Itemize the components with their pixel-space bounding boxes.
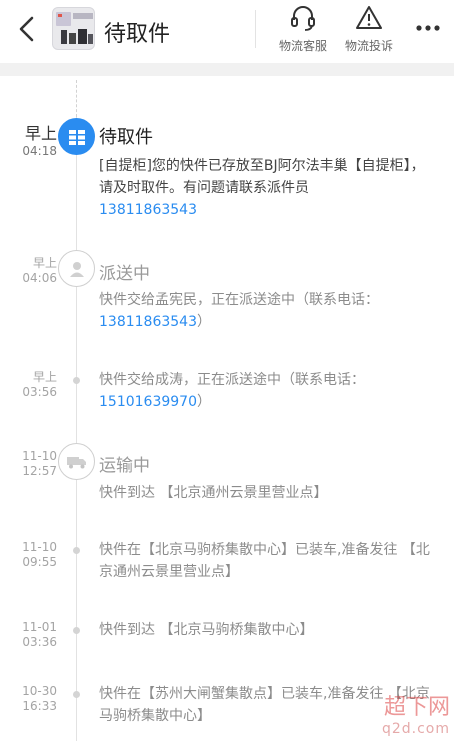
event-text: [自提柜]您的快件已存放至BJ阿尔法丰巢【自提柜】，请及时取件。有问题请联系派件…: [99, 158, 425, 196]
page-title: 待取件: [104, 22, 171, 47]
event-date: 11-01: [22, 620, 57, 634]
headset-icon: [291, 6, 315, 31]
logistics-complaint-button[interactable]: 物流投诉: [338, 4, 400, 56]
event-time: 早上 04:06: [0, 256, 57, 286]
watermark-main: 超下网: [383, 695, 450, 720]
warning-icon: [356, 6, 382, 29]
product-thumbnail[interactable]: [52, 7, 95, 50]
logistics-service-label: 物流客服: [278, 39, 327, 53]
courier-icon: [69, 261, 84, 277]
event-clock: 16:33: [22, 699, 57, 713]
header-divider: [255, 10, 256, 48]
event-text-suffix: ）: [196, 394, 211, 410]
timeline-dot: [73, 547, 80, 554]
timeline-dot: [73, 691, 80, 698]
event-time: 早上 03:56: [0, 370, 57, 400]
event-date: 11-10: [22, 540, 57, 554]
event-description: [自提柜]您的快件已存放至BJ阿尔法丰巢【自提柜】，请及时取件。有问题请联系派件…: [99, 155, 435, 221]
timeline-dot: [73, 627, 80, 634]
event-text: 快件交给成涛，正在派送途中（联系电话：: [99, 372, 365, 388]
event-description: 快件交给孟宪民，正在派送途中（联系电话： 13811863543）: [99, 289, 435, 333]
event-date: 早上: [32, 256, 57, 270]
back-button[interactable]: [14, 14, 40, 44]
chevron-left-icon: [19, 16, 34, 42]
event-time: 11-10 12:57: [0, 449, 57, 479]
phone-link[interactable]: 13811863543: [99, 314, 197, 330]
watermark-sub: q2d.com: [381, 721, 450, 737]
event-time: 早上 04:18: [0, 124, 57, 159]
timeline-dot: [73, 377, 80, 384]
event-date: 10-30: [22, 684, 57, 698]
event-text: 快件交给孟宪民，正在派送途中（联系电话：: [99, 292, 379, 308]
event-description: 快件在【北京马驹桥集散中心】已装车,准备发往 【北京通州云景里营业点】: [99, 542, 430, 580]
page: 待取件 物流客服 物流投诉 早上 04:18 待取件 [自提柜]您的快件已存放至…: [0, 0, 454, 741]
event-clock: 04:06: [22, 271, 57, 285]
status-icon: [58, 443, 95, 480]
event-description: 快件交给成涛，正在派送途中（联系电话： 15101639970）: [99, 369, 435, 413]
event-status: 运输中: [99, 456, 150, 476]
more-button[interactable]: [414, 18, 442, 38]
event-clock: 04:18: [22, 144, 57, 158]
event-description: 快件到达 【北京通州云景里营业点】: [99, 485, 328, 501]
phone-link[interactable]: 13811863543: [99, 202, 197, 218]
locker-icon: [68, 129, 85, 145]
more-icon: [416, 25, 440, 31]
event-date: 早上: [24, 124, 57, 143]
product-image: [56, 12, 93, 44]
event-status: 派送中: [99, 264, 150, 284]
event-time: 10-30 16:33: [0, 684, 57, 714]
event-clock: 03:36: [22, 635, 57, 649]
event-date: 早上: [32, 370, 57, 384]
event-time: 11-01 03:36: [0, 620, 57, 650]
logistics-complaint-label: 物流投诉: [344, 39, 393, 53]
event-date: 11-10: [22, 449, 57, 463]
event-text-suffix: ）: [196, 314, 211, 330]
status-icon: [58, 250, 95, 287]
logistics-service-button[interactable]: 物流客服: [272, 4, 334, 56]
header-bar: 待取件 物流客服 物流投诉: [0, 0, 454, 62]
truck-icon: [66, 456, 86, 468]
event-status: 待取件: [99, 127, 153, 148]
status-icon-active: [58, 118, 95, 155]
header-separator: [0, 63, 454, 76]
event-clock: 12:57: [22, 464, 57, 478]
watermark: 超下网 q2d.com: [382, 689, 450, 737]
event-time: 11-10 09:55: [0, 540, 57, 570]
timeline-dashed-line: [76, 80, 77, 117]
event-clock: 09:55: [22, 555, 57, 569]
timeline-line: [76, 117, 77, 741]
event-clock: 03:56: [22, 385, 57, 399]
event-description: 快件到达 【北京马驹桥集散中心】: [99, 622, 314, 638]
phone-link[interactable]: 15101639970: [99, 394, 197, 410]
